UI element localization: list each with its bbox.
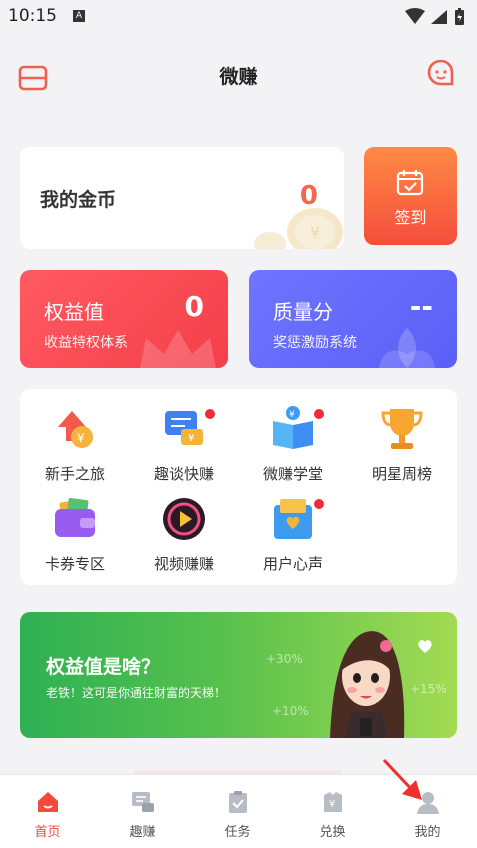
- my-coins-card[interactable]: 我的金币 0 ¥: [20, 147, 344, 249]
- feature-label: 用户心声: [262, 555, 323, 573]
- quality-card[interactable]: 质量分 -- 奖惩激励系统: [249, 270, 457, 368]
- tab-label: 首页: [34, 825, 61, 840]
- feature-video-earn[interactable]: 视频赚赚: [129, 483, 239, 573]
- feature-newbie[interactable]: ¥ 新手之旅: [20, 393, 130, 483]
- page-title: 微赚: [219, 66, 258, 88]
- feature-label: 新手之旅: [44, 465, 105, 483]
- tab-label: 任务: [224, 825, 251, 840]
- svg-text:¥: ¥: [188, 433, 194, 444]
- chat-coin-icon: ¥: [165, 411, 203, 445]
- wallet-icon: [55, 497, 95, 537]
- heart-icon: [418, 640, 432, 653]
- svg-text:¥: ¥: [310, 223, 320, 242]
- tap-hint-arrow-icon: [382, 758, 422, 800]
- coins-label: 我的金币: [40, 189, 117, 211]
- tab-label: 兑换: [319, 825, 346, 840]
- svg-text:¥: ¥: [77, 431, 85, 445]
- calendar-check-icon: [396, 170, 424, 196]
- notification-a-icon: A: [73, 10, 85, 22]
- coins-decoration-icon: ¥: [254, 208, 343, 249]
- feature-label: 微赚学堂: [262, 465, 323, 483]
- tab-tasks[interactable]: 任务: [190, 775, 285, 848]
- tab-home[interactable]: 首页: [0, 775, 95, 848]
- banner-headline: 权益值是啥？: [46, 656, 161, 678]
- feature-label: 视频赚赚: [153, 555, 214, 573]
- svg-text:¥: ¥: [329, 799, 335, 810]
- chat-icon: [132, 792, 154, 812]
- exchange-icon: ¥: [324, 792, 342, 812]
- rights-card[interactable]: 权益值 0 收益特权体系: [20, 270, 228, 368]
- video-play-icon: [163, 498, 205, 540]
- tab-label: 趣赚: [129, 825, 156, 840]
- crown-decoration-icon: [140, 330, 216, 368]
- new-badge-dot: [205, 409, 215, 419]
- feature-coupons[interactable]: 卡券专区: [20, 483, 130, 573]
- rights-banner[interactable]: 权益值是啥？ 老铁！这可是你通往财富的天梯！ +30% +10% +15%: [20, 612, 457, 738]
- banner-percent: +10%: [272, 704, 309, 718]
- message-icon[interactable]: [426, 58, 456, 88]
- tab-fun-earn[interactable]: 趣赚: [95, 775, 190, 848]
- feature-label: 趣谈快赚: [153, 465, 214, 483]
- feature-chat-earn[interactable]: ¥ 趣谈快赚: [129, 393, 239, 483]
- girl-avatar-illustration: [330, 631, 405, 738]
- new-badge-dot: [314, 409, 324, 419]
- app-header: 微赚: [0, 44, 477, 106]
- signin-label: 签到: [394, 208, 427, 227]
- svg-text:¥: ¥: [289, 410, 295, 420]
- home-icon: [38, 792, 58, 812]
- tab-label: 我的: [414, 825, 441, 840]
- feature-grid: ¥ 新手之旅 ¥ 趣谈快赚 ¥ 微赚学堂 明星周榜 卡券专区 视频赚赚 用户心声: [20, 389, 457, 585]
- status-bar: 10:15 A: [0, 0, 477, 36]
- quality-name: 质量分: [273, 300, 333, 324]
- banner-percent: +30%: [266, 652, 303, 666]
- feature-academy[interactable]: ¥ 微赚学堂: [238, 393, 348, 483]
- rights-subtitle: 收益特权体系: [44, 335, 128, 351]
- rights-name: 权益值: [44, 300, 104, 324]
- quality-subtitle: 奖惩激励系统: [273, 335, 357, 351]
- status-time: 10:15: [8, 6, 57, 26]
- new-badge-dot: [314, 499, 324, 509]
- book-icon: ¥: [273, 406, 313, 449]
- tab-exchange[interactable]: ¥ 兑换: [285, 775, 380, 848]
- trophy-icon: [381, 409, 423, 449]
- signin-button[interactable]: 签到: [364, 147, 457, 245]
- arrow-coin-icon: ¥: [58, 411, 93, 448]
- banner-subtitle: 老铁！这可是你通往财富的天梯！: [46, 686, 227, 700]
- system-status-icons: [405, 8, 464, 25]
- lotus-decoration-icon: [379, 328, 435, 368]
- feature-label: 明星周榜: [371, 465, 432, 483]
- quality-value: --: [409, 290, 433, 323]
- feature-star-rank[interactable]: 明星周榜: [347, 393, 457, 483]
- rights-value: 0: [184, 290, 204, 323]
- heart-mailbox-icon: [274, 499, 312, 539]
- feature-label: 卡券专区: [44, 555, 105, 573]
- feature-feedback[interactable]: 用户心声: [238, 483, 348, 573]
- clipboard-icon: [229, 791, 247, 813]
